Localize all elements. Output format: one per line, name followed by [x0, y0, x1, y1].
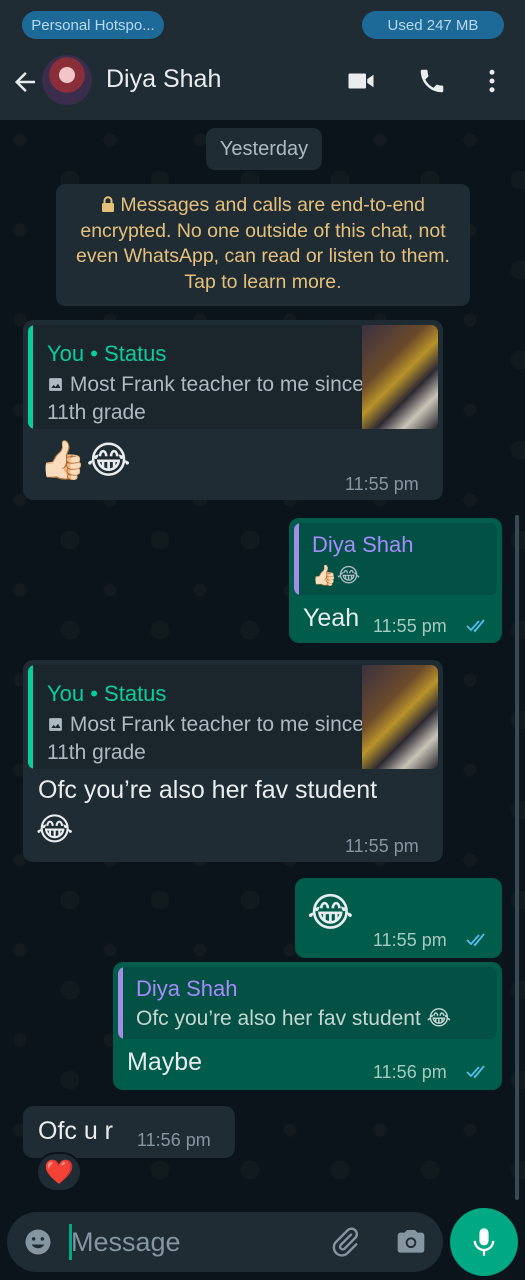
message-input[interactable]: Message — [71, 1227, 181, 1258]
image-icon — [47, 713, 64, 736]
quoted-message[interactable]: Diya Shah Ofc you’re also her fav studen… — [118, 967, 497, 1039]
image-icon — [47, 373, 64, 396]
quoted-message[interactable]: Diya Shah 👍🏻😂 — [294, 523, 497, 595]
quote-text: 👍🏻😂 — [312, 565, 361, 587]
quoted-status[interactable]: You • Status Most Frank teacher to me si… — [28, 325, 438, 429]
quote-text-value: Most Frank teacher to me since 11th grad… — [47, 713, 364, 764]
quote-text-value: Most Frank teacher to me since 11th grad… — [47, 373, 364, 424]
double-check-icon — [466, 1065, 485, 1079]
status-thumbnail — [362, 325, 438, 429]
message-emoji: 😂 — [36, 811, 74, 847]
mic-icon — [473, 1228, 495, 1256]
chat-header: Diya Shah — [0, 50, 525, 120]
quoted-status[interactable]: You • Status Most Frank teacher to me si… — [28, 665, 438, 769]
back-arrow-icon[interactable] — [10, 67, 40, 97]
attach-icon[interactable] — [329, 1226, 361, 1258]
message-text: Ofc u r — [38, 1117, 114, 1145]
quote-text: Ofc you’re also her fav student 😂 — [136, 1007, 452, 1030]
quote-text: Most Frank teacher to me since 11th grad… — [47, 711, 367, 767]
contact-name[interactable]: Diya Shah — [106, 65, 221, 94]
quote-author: You • Status — [47, 681, 167, 706]
message-text: 😂 — [307, 891, 354, 935]
more-vert-icon[interactable] — [477, 66, 507, 96]
mic-button[interactable] — [450, 1208, 518, 1276]
message-time: 11:56 pm — [373, 1062, 447, 1082]
message-composer[interactable]: Message — [7, 1212, 443, 1272]
message-text: Ofc you’re also her fav student — [38, 776, 378, 804]
status-thumbnail — [362, 665, 438, 769]
message-text: Yeah — [303, 604, 360, 632]
message-time: 11:55 pm — [373, 930, 447, 950]
message-bubble-outgoing[interactable]: 😂 11:55 pm — [295, 878, 502, 958]
quote-author: You • Status — [47, 341, 167, 366]
emoji-icon[interactable] — [23, 1227, 53, 1257]
camera-icon[interactable] — [395, 1226, 427, 1258]
double-check-icon — [466, 619, 485, 633]
quote-bar — [28, 325, 33, 429]
quote-bar — [28, 665, 33, 769]
message-time: 11:55 pm — [345, 474, 419, 494]
message-bubble-incoming[interactable]: You • Status Most Frank teacher to me si… — [23, 320, 443, 500]
message-time: 11:56 pm — [137, 1130, 211, 1150]
quote-bar — [118, 967, 123, 1039]
scrollbar[interactable] — [515, 515, 519, 1200]
avatar[interactable] — [42, 55, 92, 105]
encryption-notice[interactable]: Messages and calls are end-to-end encryp… — [56, 184, 470, 306]
quote-bar — [294, 523, 299, 595]
chat-area[interactable]: Yesterday Messages and calls are end-to-… — [0, 120, 525, 1210]
message-time: 11:55 pm — [345, 836, 419, 856]
message-time: 11:55 pm — [373, 616, 447, 636]
double-check-icon — [466, 933, 485, 947]
message-text: Maybe — [127, 1048, 203, 1076]
message-bubble-outgoing[interactable]: Diya Shah Ofc you’re also her fav studen… — [113, 962, 502, 1090]
video-call-icon[interactable] — [345, 66, 377, 96]
message-bubble-incoming[interactable]: Ofc u r 11:56 pm — [23, 1106, 235, 1158]
phone-icon[interactable] — [416, 66, 448, 96]
lock-icon — [101, 194, 120, 216]
quote-text: Most Frank teacher to me since 11th grad… — [47, 371, 367, 427]
reaction-badge[interactable]: ❤️ — [36, 1152, 82, 1192]
quote-author: Diya Shah — [136, 976, 238, 1001]
message-bubble-outgoing[interactable]: Diya Shah 👍🏻😂 Yeah 11:55 pm — [289, 518, 502, 643]
message-text: 👍🏻😂 — [39, 440, 131, 482]
status-bar: Personal Hotspo... Used 247 MB — [0, 0, 525, 50]
data-usage-pill: Used 247 MB — [362, 11, 504, 39]
message-bubble-incoming[interactable]: You • Status Most Frank teacher to me si… — [23, 660, 443, 862]
heart-reaction: ❤️ — [44, 1158, 74, 1186]
hotspot-pill[interactable]: Personal Hotspo... — [22, 11, 164, 39]
date-divider: Yesterday — [206, 128, 322, 170]
encryption-text: Messages and calls are end-to-end encryp… — [76, 194, 450, 293]
quote-author: Diya Shah — [312, 532, 414, 557]
